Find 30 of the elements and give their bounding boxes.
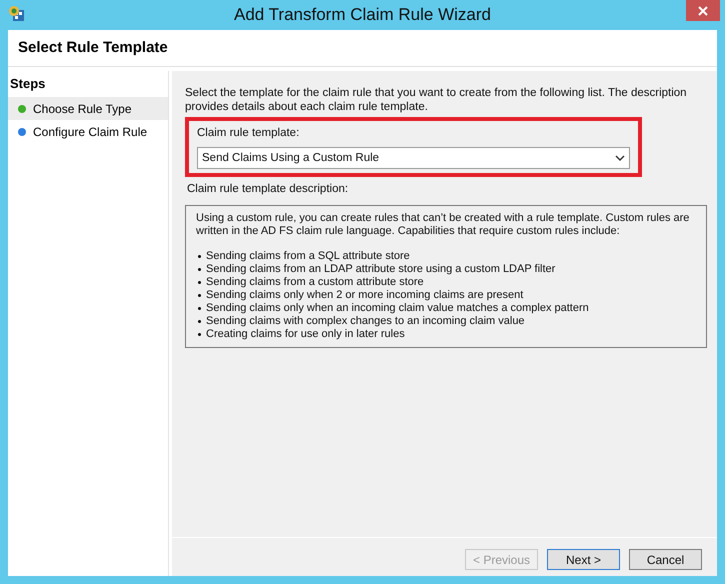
field-label: Claim rule template: <box>197 126 300 141</box>
bullet-icon <box>198 294 201 296</box>
chevron-icon <box>615 155 625 162</box>
bullet-icon <box>198 320 201 322</box>
bullet-text: Sending claims from a custom attribute store <box>206 276 424 288</box>
description-text: Using a custom rule, you can create rules that can’t be created with a rule template. Custom rules are written in the AD FS claim rule language. Capabilities that require custom rules include: <box>196 212 690 238</box>
bullet-text: Sending claims with complex changes to an incoming claim value <box>206 314 525 328</box>
bullet-icon <box>198 254 201 258</box>
instruction-text: Select the template for the claim rule that you want to create from the following list. The description provides details about each claim rule template. <box>185 86 688 114</box>
bullet-text: Sending claims from a SQL attribute store <box>206 250 410 262</box>
bullet-text: Sending claims from an LDAP attribute store using a custom LDAP filter <box>206 262 556 276</box>
bullet-text: Sending claims only when an incoming claim value matches a complex pattern <box>206 302 589 314</box>
page-title: Select Rule Template <box>18 38 168 58</box>
bullet-icon <box>198 306 201 310</box>
step-item[interactable]: Configure Claim Rule <box>8 120 168 143</box>
close-button[interactable] <box>686 0 720 21</box>
dialog-button[interactable]: Next > <box>547 549 620 570</box>
step-item[interactable]: Choose Rule Type <box>8 97 168 120</box>
window-title: Add Transform Claim Rule Wizard <box>233 4 492 26</box>
steps-heading: Steps <box>10 75 46 94</box>
field-label: Claim rule template description: <box>187 182 350 198</box>
bullet-text: Creating claims for use only in later rules <box>206 328 405 340</box>
dialog-button[interactable]: Cancel <box>629 549 702 570</box>
bullet-icon <box>198 280 201 284</box>
bullet-text: Sending claims only when 2 or more incoming claims are present <box>206 288 524 302</box>
bullet-icon <box>198 332 201 336</box>
bullet-icon <box>198 268 201 270</box>
close-icon <box>698 6 708 16</box>
app-icon <box>8 5 26 23</box>
template-dropdown[interactable]: Send Claims Using a Custom Rule <box>197 147 630 170</box>
